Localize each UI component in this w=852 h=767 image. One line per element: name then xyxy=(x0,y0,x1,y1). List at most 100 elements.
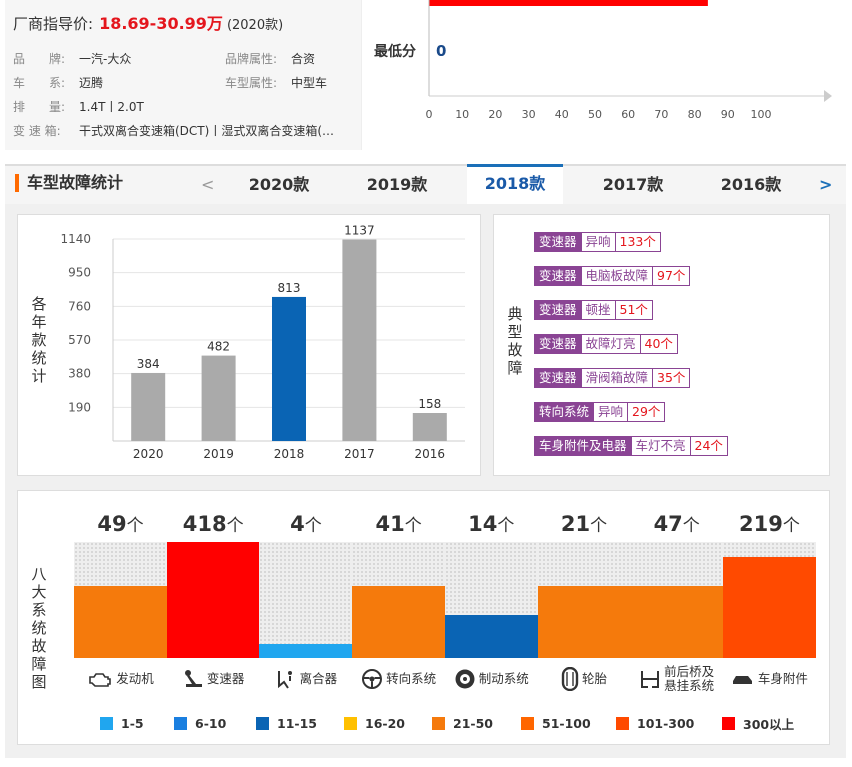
bar-value-label: 1137 xyxy=(344,224,375,238)
tab-next-arrow[interactable]: > xyxy=(819,166,832,204)
y-tick-label: 570 xyxy=(68,333,91,347)
system-bar xyxy=(259,644,353,658)
score-value: 0 xyxy=(436,42,446,60)
system-count-unit: 个 xyxy=(590,516,608,536)
system-count: 4个 xyxy=(259,506,353,542)
legend-label: 6-10 xyxy=(195,715,227,731)
system-count-unit: 个 xyxy=(304,516,322,536)
system-column[interactable]: 4个离合器 xyxy=(259,506,353,700)
system-column[interactable]: 47个 前后桥及 悬挂系统 xyxy=(630,506,724,700)
fault-tag[interactable]: 转向系统 异响 29个 xyxy=(534,402,666,422)
legend-label: 101-300 xyxy=(637,715,695,731)
fault-tag[interactable]: 变速器 电脑板故障 97个 xyxy=(534,266,691,286)
fault-component: 变速器 xyxy=(534,266,582,286)
fault-tag[interactable]: 变速器 滑阀箱故障 35个 xyxy=(534,368,691,388)
x-tick-label: 2019 xyxy=(203,447,234,461)
system-column[interactable]: 21个 轮胎 xyxy=(537,506,631,700)
system-count-value: 4 xyxy=(290,512,305,536)
gear-shift-icon xyxy=(182,669,204,689)
fault-tag[interactable]: 变速器 顿挫 51个 xyxy=(534,300,653,320)
tab-2017[interactable]: 2017款 xyxy=(585,166,681,204)
system-bar xyxy=(166,542,260,658)
y-tick-label: 950 xyxy=(68,266,91,280)
year-tab-bar: 车型故障统计 < 2020款 2019款 2018款 2017款 2016款 > xyxy=(5,164,846,206)
score-tick-label: 50 xyxy=(588,108,602,121)
legend-item: 16-20 xyxy=(344,716,405,731)
side-char: 障 xyxy=(507,359,523,377)
score-chart: 最低分 0 0 10 20 30 40 50 60 70 80 90 100 xyxy=(374,0,832,121)
bar-2019[interactable] xyxy=(201,355,236,441)
fault-name: 顿挫 xyxy=(581,300,616,320)
spec-displacement: 排 量: 1.4T丨2.0T xyxy=(13,100,144,114)
system-label: 前后桥及 悬挂系统 xyxy=(630,658,724,700)
fault-name: 滑阀箱故障 xyxy=(581,368,654,388)
score-tick-label: 90 xyxy=(721,108,735,121)
fault-tag[interactable]: 车身附件及电器 车灯不亮 24个 xyxy=(534,436,728,456)
system-column[interactable]: 41个转向系统 xyxy=(352,506,446,700)
fault-name: 异响 xyxy=(581,232,616,252)
y-tick-label: 1140 xyxy=(60,232,91,246)
legend-item: 300以上 xyxy=(722,716,794,732)
fault-name: 车灯不亮 xyxy=(631,436,691,456)
fault-count: 40个 xyxy=(640,334,678,354)
side-char: 图 xyxy=(31,673,47,691)
fault-count: 133个 xyxy=(615,232,661,252)
fault-count: 29个 xyxy=(628,402,666,422)
bar-2016[interactable] xyxy=(412,413,447,441)
x-tick-label: 2016 xyxy=(415,447,446,461)
system-bar-track xyxy=(74,542,167,658)
system-name: 变速器 xyxy=(206,671,245,686)
spec-brand-attr: 品牌属性: 合资 xyxy=(225,52,316,66)
system-bar xyxy=(352,586,446,658)
legend-swatch xyxy=(722,716,735,730)
spec-brand: 品 牌: 一汽-大众 xyxy=(13,52,132,66)
system-count-value: 41 xyxy=(375,512,405,536)
system-label: 转向系统 xyxy=(352,658,446,700)
system-column[interactable]: 418个 变速器 xyxy=(166,506,260,700)
system-column[interactable]: 49个 发动机 xyxy=(74,506,167,700)
yearly-chart-panel: 各 年 款 统 计 190 380 570 760 950 1140 384 2020 482 2… xyxy=(17,214,481,476)
engine-icon xyxy=(87,670,113,688)
bar-2020[interactable] xyxy=(131,372,166,441)
tab-2016[interactable]: 2016款 xyxy=(703,166,799,204)
typical-side-label: 典 型 故 障 xyxy=(506,305,524,377)
side-char: 统 xyxy=(31,619,47,637)
spec-transmission: 变 速 箱: 干式双离合变速箱(DCT)丨湿式双离合变速箱(… xyxy=(13,124,334,138)
legend-swatch xyxy=(174,716,187,730)
system-name: 制动系统 xyxy=(478,671,529,686)
score-tick-label: 80 xyxy=(688,108,702,121)
system-label: 离合器 xyxy=(259,658,353,700)
system-column[interactable]: 14个 制动系统 xyxy=(444,506,538,700)
bar-2017[interactable] xyxy=(342,239,377,441)
fault-count: 97个 xyxy=(653,266,691,286)
score-tick-group: 0 10 20 30 40 50 60 70 80 90 100 xyxy=(426,108,772,121)
fault-component: 变速器 xyxy=(534,334,582,354)
price-year: (2020款) xyxy=(226,18,284,33)
legend-swatch xyxy=(521,716,534,730)
system-count-value: 47 xyxy=(653,512,683,536)
fault-tag[interactable]: 变速器 异响 133个 xyxy=(534,232,661,252)
system-name: 离合器 xyxy=(299,671,338,686)
systems-side-label: 八 大 系 统 故 障 图 xyxy=(30,565,48,691)
x-tick-label: 2020 xyxy=(133,447,164,461)
tab-2019[interactable]: 2019款 xyxy=(349,166,445,204)
system-bar-track xyxy=(352,542,446,658)
yearly-bar-chart: 190 380 570 760 950 1140 384 2020 482 2019 813 2018… xyxy=(60,224,465,461)
system-count: 219个 xyxy=(722,506,816,542)
system-count-unit: 个 xyxy=(782,516,800,536)
legend-item: 6-10 xyxy=(174,715,227,731)
system-column[interactable]: 219个 车身附件 xyxy=(722,506,816,700)
tab-prev-arrow[interactable]: < xyxy=(201,166,214,204)
tab-2020[interactable]: 2020款 xyxy=(231,166,327,204)
x-tick-label: 2018 xyxy=(274,447,305,461)
system-name: 转向系统 xyxy=(386,671,437,686)
system-bar-track xyxy=(259,542,353,658)
bar-value-label: 482 xyxy=(207,340,230,354)
system-count-unit: 个 xyxy=(404,516,422,536)
bar-2018[interactable] xyxy=(272,296,306,441)
legend-label: 11-15 xyxy=(277,715,317,731)
brake-disc-icon xyxy=(454,668,476,690)
fault-tag[interactable]: 变速器 故障灯亮 40个 xyxy=(534,334,678,354)
tab-2018[interactable]: 2018款 xyxy=(467,164,563,206)
side-char: 故 xyxy=(31,637,47,655)
